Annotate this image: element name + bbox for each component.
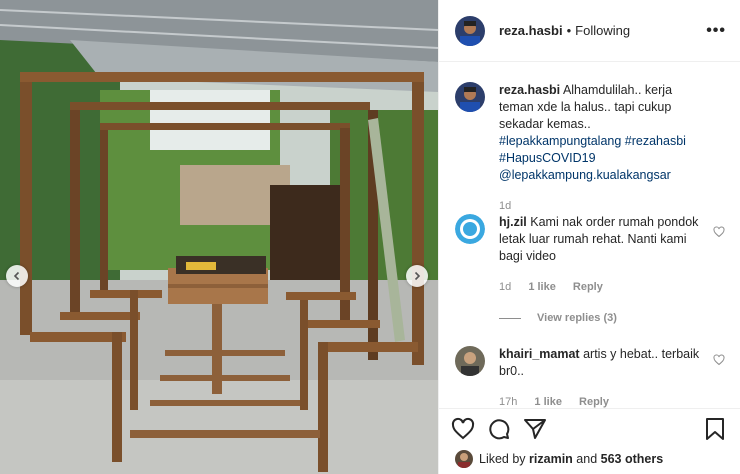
comment-time[interactable]: 17h — [499, 396, 517, 408]
comments-list: reza.hasbi Alhamdulilah.. kerja teman xd… — [439, 70, 740, 410]
commenter-avatar[interactable] — [455, 346, 485, 376]
share-paper-plane-icon[interactable] — [523, 417, 547, 441]
comment-text: Kami nak order rumah pondok letak luar r… — [499, 215, 699, 263]
reply-button[interactable]: Reply — [579, 396, 609, 408]
liker-avatar[interactable] — [455, 450, 473, 468]
post-side-panel: reza.hasbi • Following ••• reza.hasbi Al… — [438, 0, 740, 474]
following-button[interactable]: Following — [575, 23, 630, 38]
previous-photo-button[interactable] — [6, 265, 28, 287]
avatar-image — [455, 15, 485, 46]
comment-item: hj.zil Kami nak order rumah pondok letak… — [455, 200, 731, 296]
caption-username[interactable]: reza.hasbi — [499, 83, 560, 97]
comment-meta: 1d 1 like Reply — [499, 279, 705, 296]
next-photo-button[interactable] — [406, 265, 428, 287]
reply-button[interactable]: Reply — [573, 281, 603, 293]
caption-body: reza.hasbi Alhamdulilah.. kerja teman xd… — [499, 70, 705, 215]
like-comment-heart-icon[interactable] — [713, 354, 725, 366]
like-comment-heart-icon[interactable] — [713, 226, 725, 238]
view-replies-label[interactable]: View replies (3) — [537, 312, 617, 324]
comment-item: khairi_mamat artis y hebat.. terbaik br0… — [455, 332, 731, 410]
liker-username[interactable]: rizamin — [529, 452, 573, 466]
author-avatar[interactable] — [455, 15, 485, 46]
post-header: reza.hasbi • Following ••• — [439, 0, 740, 62]
replies-divider-line — [499, 317, 521, 319]
chevron-right-icon — [414, 271, 421, 281]
post-photo[interactable] — [0, 0, 438, 474]
photo-scene — [0, 0, 438, 474]
comment-username[interactable]: hj.zil — [499, 215, 527, 229]
avatar-image — [455, 214, 485, 244]
post-actions-bar — [439, 408, 740, 448]
post-container: reza.hasbi • Following ••• reza.hasbi Al… — [0, 0, 740, 474]
comment-likes[interactable]: 1 like — [528, 281, 556, 293]
more-options-icon[interactable]: ••• — [706, 22, 726, 40]
save-bookmark-icon[interactable] — [703, 417, 727, 441]
comment-body: hj.zil Kami nak order rumah pondok letak… — [499, 200, 705, 296]
commenter-avatar[interactable] — [455, 214, 485, 244]
avatar-image — [455, 450, 473, 468]
chevron-left-icon — [13, 271, 20, 281]
separator-dot: • — [566, 23, 572, 38]
avatar-image — [455, 82, 485, 112]
likes-summary: Liked by rizamin and 563 others — [455, 450, 663, 468]
view-replies-button[interactable]: View replies (3) — [499, 312, 617, 324]
liked-by-prefix: Liked by — [479, 452, 526, 466]
caption-hashtags[interactable]: #lepakkampungtalang #rezahasbi #HapusCOV… — [499, 134, 686, 182]
author-username-link[interactable]: reza.hasbi — [499, 23, 563, 38]
comment-username[interactable]: khairi_mamat — [499, 347, 580, 361]
comment-time[interactable]: 1d — [499, 281, 511, 293]
caption-avatar[interactable] — [455, 82, 485, 112]
likes-count-link[interactable]: 563 others — [601, 452, 664, 466]
like-heart-icon[interactable] — [451, 417, 475, 441]
comment-bubble-icon[interactable] — [487, 417, 511, 441]
caption-entry: reza.hasbi Alhamdulilah.. kerja teman xd… — [455, 70, 731, 215]
avatar-image — [455, 346, 485, 376]
comment-likes[interactable]: 1 like — [534, 396, 562, 408]
comment-body: khairi_mamat artis y hebat.. terbaik br0… — [499, 332, 705, 410]
likes-conjunction: and — [576, 452, 598, 466]
